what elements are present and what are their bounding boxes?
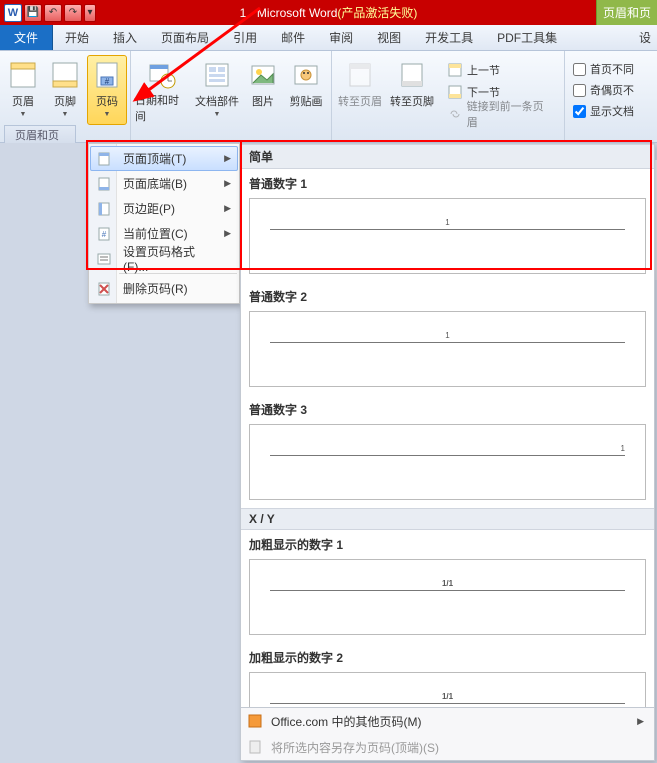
chevron-down-icon: ▼: [20, 111, 27, 118]
diff-odd-even-checkbox[interactable]: 奇偶页不: [569, 80, 638, 100]
submenu-arrow-icon: ▶: [224, 203, 231, 214]
footer-button[interactable]: 页脚▼: [45, 55, 85, 125]
submenu-arrow-icon: ▶: [224, 153, 231, 164]
gallery-preview: 1/1: [249, 559, 646, 635]
doc-parts-icon: [201, 59, 233, 91]
gallery-section-xy: X / Y: [241, 508, 654, 530]
show-doc-text-checkbox[interactable]: 显示文档: [569, 101, 638, 121]
menu-item-page-top[interactable]: 页面顶端(T)▶: [90, 146, 238, 171]
page-top-icon: [96, 151, 112, 167]
menu-item-page-margin[interactable]: 页边距(P)▶: [90, 196, 238, 221]
save-selection-icon: [247, 739, 263, 755]
tab-mailings[interactable]: 邮件: [269, 25, 317, 50]
page-number-menu: 页面顶端(T)▶ 页面底端(B)▶ 页边距(P)▶ # 当前位置(C)▶ 设置页…: [88, 143, 240, 304]
tab-pdf-tools[interactable]: PDF工具集: [485, 25, 569, 50]
office-icon: [247, 713, 263, 729]
chevron-down-icon: ▼: [62, 111, 69, 118]
ribbon-body: 页眉▼ 页脚▼ # 页码▼ 日期和时间: [0, 51, 657, 143]
header-button[interactable]: 页眉▼: [3, 55, 43, 125]
date-time-button[interactable]: 日期和时间: [134, 55, 190, 125]
gallery-item-plain-2[interactable]: 普通数字 2 1: [241, 282, 654, 395]
date-time-icon: [146, 59, 178, 90]
remove-icon: [96, 281, 112, 297]
menu-item-format-page-num[interactable]: 设置页码格式(F)...: [90, 246, 238, 271]
footer-icon: [49, 59, 81, 91]
chevron-down-icon: ▼: [104, 111, 111, 118]
diff-first-page-checkbox[interactable]: 首页不同: [569, 59, 638, 79]
qat-undo-button[interactable]: ↶: [44, 4, 62, 22]
gallery-item-plain-3[interactable]: 普通数字 3 1: [241, 395, 654, 508]
clipart-button[interactable]: 剪贴画: [284, 55, 328, 125]
gallery-footer-save-selection: 将所选内容另存为页码(顶端)(S): [241, 734, 654, 760]
picture-button[interactable]: 图片: [244, 55, 282, 125]
link-icon: [447, 106, 463, 122]
tab-page-layout[interactable]: 页面布局: [149, 25, 221, 50]
tab-file[interactable]: 文件: [0, 25, 53, 50]
gallery-section-simple: 简单: [241, 144, 654, 169]
clipart-icon: [290, 59, 322, 91]
next-section-icon: [447, 84, 463, 100]
ribbon-tabs: 文件 开始 插入 页面布局 引用 邮件 审阅 视图 开发工具 PDF工具集 设: [0, 25, 657, 51]
svg-text:#: #: [102, 230, 107, 239]
submenu-arrow-icon: ▶: [224, 178, 231, 189]
gallery-preview: 1: [249, 198, 646, 274]
page-margin-icon: [96, 201, 112, 217]
doc-parts-button[interactable]: 文档部件▼: [192, 55, 242, 125]
gallery-preview: 1/1: [249, 672, 646, 707]
contextual-tab-header-footer[interactable]: 页眉和页: [596, 0, 657, 25]
goto-footer-icon: [396, 59, 428, 91]
tab-developer[interactable]: 开发工具: [413, 25, 485, 50]
qat-redo-button[interactable]: ↷: [64, 4, 82, 22]
quick-access-toolbar: W 💾 ↶ ↷ ▾: [0, 0, 100, 25]
link-prev-button[interactable]: 链接到前一条页眉: [443, 103, 557, 124]
prev-section-icon: [447, 62, 463, 78]
goto-footer-button[interactable]: 转至页脚: [387, 55, 437, 125]
ribbon-group-label: 页眉和页: [4, 125, 76, 143]
menu-item-page-bottom[interactable]: 页面底端(B)▶: [90, 171, 238, 196]
submenu-arrow-icon: ▶: [637, 716, 644, 727]
page-number-button[interactable]: # 页码▼: [87, 55, 127, 125]
page-bottom-icon: [96, 176, 112, 192]
gallery-footer: Office.com 中的其他页码(M)▶ 将所选内容另存为页码(顶端)(S): [241, 707, 654, 760]
title-bar: W 💾 ↶ ↷ ▾ 1 - Microsoft Word(产品激活失败) 页眉和…: [0, 0, 657, 25]
picture-icon: [247, 59, 279, 91]
word-app-icon[interactable]: W: [4, 4, 22, 22]
tab-design-partial[interactable]: 设: [633, 25, 657, 50]
submenu-arrow-icon: ▶: [224, 228, 231, 239]
current-pos-icon: #: [96, 226, 112, 242]
menu-item-remove-page-num[interactable]: 删除页码(R): [90, 276, 238, 301]
format-icon: [96, 251, 112, 267]
tab-references[interactable]: 引用: [221, 25, 269, 50]
tab-home[interactable]: 开始: [53, 25, 101, 50]
gallery-item-plain-1[interactable]: 普通数字 1 1: [241, 169, 654, 282]
gallery-preview: 1: [249, 424, 646, 500]
header-icon: [7, 59, 39, 91]
qat-save-button[interactable]: 💾: [24, 4, 42, 22]
prev-section-button[interactable]: 上一节: [443, 59, 557, 80]
tab-review[interactable]: 审阅: [317, 25, 365, 50]
qat-customize-button[interactable]: ▾: [84, 4, 96, 22]
tab-insert[interactable]: 插入: [101, 25, 149, 50]
gallery-item-bold-1[interactable]: 加粗显示的数字 1 1/1: [241, 530, 654, 643]
gallery-preview: 1: [249, 311, 646, 387]
tab-view[interactable]: 视图: [365, 25, 413, 50]
chevron-down-icon: ▼: [214, 111, 221, 118]
gallery-footer-office[interactable]: Office.com 中的其他页码(M)▶: [241, 708, 654, 734]
goto-header-icon: [344, 59, 376, 91]
gallery-item-bold-2[interactable]: 加粗显示的数字 2 1/1: [241, 643, 654, 707]
goto-header-button[interactable]: 转至页眉: [335, 55, 385, 125]
page-number-icon: #: [91, 59, 123, 91]
svg-text:#: #: [105, 77, 110, 86]
page-number-gallery: 简单 普通数字 1 1 普通数字 2 1 普通数字 3 1 X / Y 加粗显示…: [240, 143, 655, 761]
